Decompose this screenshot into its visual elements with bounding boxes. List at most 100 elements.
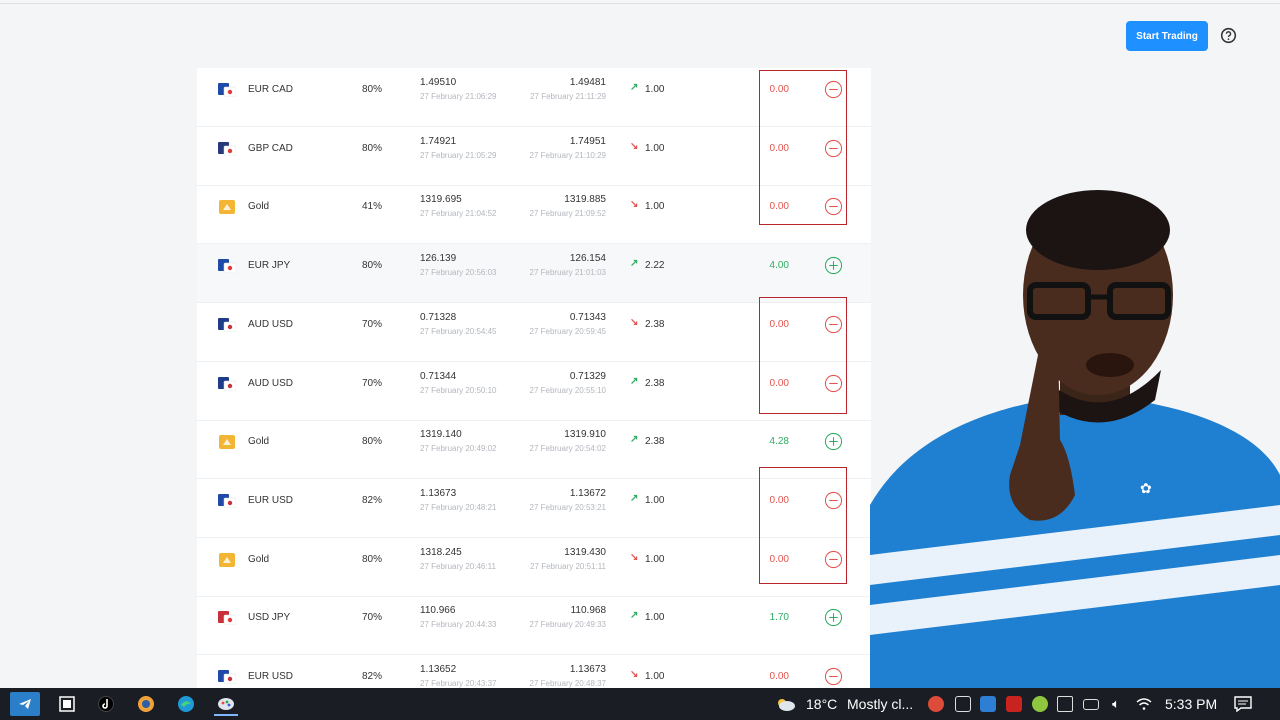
asset-flag-icon: [218, 200, 236, 214]
open-time: 27 February 20:48:21: [420, 503, 497, 512]
plus-circle-icon[interactable]: [824, 432, 843, 451]
volume-icon[interactable]: 🔈︎: [1106, 692, 1126, 716]
arrow-down-icon: ↘: [630, 317, 639, 328]
asset-name: EUR JPY: [248, 260, 291, 271]
trade-profit: 4.28: [769, 436, 789, 447]
asset-flag-icon: [218, 611, 237, 626]
payout-percent: 82%: [362, 495, 383, 506]
trade-profit: 1.70: [769, 612, 789, 623]
arrow-up-icon: ↗: [630, 610, 639, 621]
trade-row[interactable]: EUR USD 82% 1.13652 27 February 20:43:37 1.1…: [197, 655, 871, 690]
open-time: 27 February 20:43:37: [420, 679, 497, 688]
plus-circle-icon[interactable]: [824, 608, 843, 627]
payout-percent: 82%: [362, 671, 383, 682]
payout-percent: 80%: [362, 143, 383, 154]
arrow-down-icon: ↘: [630, 669, 639, 680]
close-price: 1319.885: [564, 194, 606, 205]
browser-icon[interactable]: [134, 692, 158, 716]
arrow-up-icon: ↗: [630, 376, 639, 387]
asset-flag-icon: [218, 553, 236, 567]
open-time: 27 February 20:44:33: [420, 620, 497, 629]
wifi-icon[interactable]: [1134, 692, 1154, 716]
weather-description: Mostly cl...: [847, 696, 914, 712]
close-time: 27 February 20:49:33: [529, 620, 607, 629]
asset-flag-icon: [218, 142, 237, 157]
asset-name: EUR CAD: [248, 84, 294, 95]
open-price: 1.13673: [420, 488, 457, 499]
trade-amount: 1.00: [645, 201, 665, 212]
asset-name: AUD USD: [248, 319, 294, 330]
asset-flag-icon: [218, 494, 237, 509]
asset-flag-icon: [218, 435, 236, 449]
security-tray-icon[interactable]: [1057, 696, 1073, 712]
weather-icon[interactable]: [772, 692, 798, 716]
open-time: 27 February 21:06:29: [420, 92, 497, 101]
presenter-video-overlay: ✿: [870, 190, 1280, 690]
green-tray-icon[interactable]: [1032, 696, 1048, 712]
close-price: 1.13673: [569, 664, 606, 675]
top-border: [0, 3, 1280, 4]
plus-circle-icon[interactable]: [824, 256, 843, 275]
close-price: 1.49481: [569, 77, 606, 88]
open-price: 1.74921: [420, 136, 457, 147]
minus-circle-icon[interactable]: [824, 667, 843, 686]
open-time: 27 February 20:46:11: [420, 562, 496, 571]
open-time: 27 February 21:04:52: [420, 209, 497, 218]
asset-name: AUD USD: [248, 378, 294, 389]
open-price: 1.13652: [420, 664, 457, 675]
tablet-tray-icon[interactable]: [955, 696, 971, 712]
trade-amount: 1.00: [645, 612, 665, 623]
arrow-down-icon: ↘: [630, 141, 639, 152]
arrow-up-icon: ↗: [630, 434, 639, 445]
close-time: 27 February 20:48:37: [529, 679, 607, 688]
clock-time[interactable]: 5:33 PM: [1165, 696, 1217, 712]
open-time: 27 February 20:49:02: [420, 444, 497, 453]
trade-amount: 1.00: [645, 84, 665, 95]
close-price: 126.154: [569, 253, 606, 264]
asset-flag-icon: [218, 377, 237, 392]
asset-flag-icon: [218, 318, 237, 333]
trade-amount: 2.22: [645, 260, 665, 271]
payout-percent: 70%: [362, 378, 383, 389]
paint-icon[interactable]: [214, 692, 238, 716]
open-price: 110.966: [420, 605, 456, 616]
help-icon[interactable]: [1220, 27, 1237, 44]
open-price: 0.71344: [420, 371, 457, 382]
payout-percent: 80%: [362, 554, 383, 565]
trade-amount: 1.00: [645, 143, 665, 154]
close-time: 27 February 21:09:52: [529, 209, 607, 218]
payout-percent: 80%: [362, 260, 383, 271]
arrow-up-icon: ↗: [630, 258, 639, 269]
trade-row[interactable]: USD JPY 70% 110.966 27 February 20:44:33 110…: [197, 596, 871, 655]
close-time: 27 February 21:01:03: [529, 268, 607, 277]
terminal-icon[interactable]: [55, 692, 79, 716]
asset-name: EUR USD: [248, 671, 294, 682]
open-time: 27 February 20:50:10: [420, 386, 497, 395]
chrome-tray-icon[interactable]: [928, 696, 944, 712]
trade-amount: 1.00: [645, 554, 665, 565]
weather-temperature: 18°C: [806, 696, 838, 712]
start-trading-button[interactable]: Start Trading: [1126, 21, 1208, 51]
battery-icon[interactable]: [1083, 699, 1099, 710]
trade-profit: 0.00: [769, 671, 789, 682]
asset-name: GBP CAD: [248, 143, 293, 154]
open-price: 1318.245: [420, 547, 462, 558]
loss-highlight-box: [759, 297, 847, 414]
open-price: 0.71328: [420, 312, 457, 323]
open-price: 1319.695: [420, 194, 462, 205]
open-time: 27 February 20:56:03: [420, 268, 497, 277]
close-time: 27 February 20:51:11: [530, 562, 606, 571]
app-tray-icon[interactable]: [980, 696, 996, 712]
payout-percent: 80%: [362, 436, 383, 447]
edge-icon[interactable]: [174, 692, 198, 716]
tiktok-icon[interactable]: [94, 692, 118, 716]
open-price: 1.49510: [420, 77, 457, 88]
notifications-icon[interactable]: [1232, 692, 1254, 716]
asset-flag-icon: [218, 259, 237, 274]
trade-row[interactable]: EUR JPY 80% 126.139 27 February 20:56:03 126…: [197, 244, 871, 303]
close-price: 1319.910: [564, 429, 606, 440]
close-price: 1319.430: [564, 547, 606, 558]
pdf-tray-icon[interactable]: [1006, 696, 1022, 712]
close-price: 1.74951: [569, 136, 606, 147]
telegram-icon[interactable]: [10, 692, 40, 716]
